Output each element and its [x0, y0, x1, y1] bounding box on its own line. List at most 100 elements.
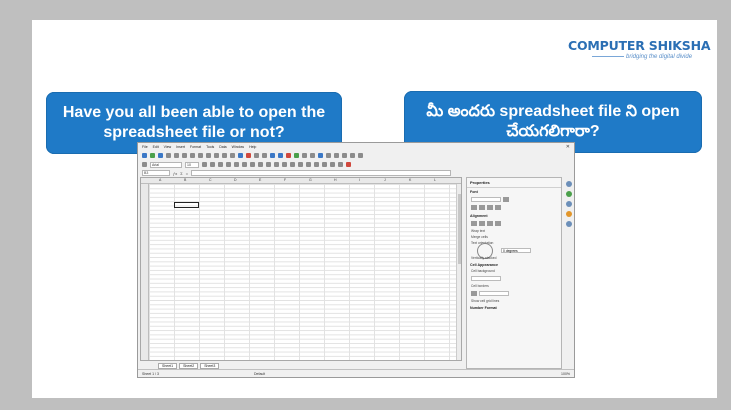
merge-icon[interactable] [266, 162, 271, 167]
number-format-section[interactable]: Number Format [467, 304, 561, 311]
gallery-tab-icon[interactable] [566, 201, 572, 207]
menu-tools[interactable]: Tools [206, 145, 214, 149]
save-icon[interactable] [158, 153, 163, 158]
clone-icon[interactable] [214, 153, 219, 158]
cell-grid[interactable] [149, 184, 461, 360]
export-pdf-icon[interactable] [166, 153, 171, 158]
column-header[interactable]: I [359, 178, 360, 182]
menu-edit[interactable]: Edit [153, 145, 159, 149]
vertical-scrollbar[interactable] [456, 184, 461, 360]
font-size-box[interactable]: 10 [185, 161, 199, 168]
percent-icon[interactable] [282, 162, 287, 167]
add-decimal-icon[interactable] [306, 162, 311, 167]
open-icon[interactable] [150, 153, 155, 158]
undo-icon[interactable] [222, 153, 227, 158]
font-color-icon[interactable] [495, 205, 501, 210]
sum-icon[interactable]: Σ [180, 171, 182, 176]
background-dropdown[interactable] [471, 276, 501, 281]
borders-icon[interactable] [330, 162, 335, 167]
image-icon[interactable] [286, 153, 291, 158]
special-character-icon[interactable] [310, 153, 315, 158]
font-section[interactable]: Font [467, 188, 561, 195]
find-icon[interactable] [238, 153, 243, 158]
print-icon[interactable] [174, 153, 179, 158]
align-left-icon[interactable] [471, 221, 477, 226]
cut-icon[interactable] [190, 153, 195, 158]
number-icon[interactable] [290, 162, 295, 167]
align-center-icon[interactable] [479, 221, 485, 226]
column-header[interactable]: J [384, 178, 386, 182]
split-icon[interactable] [350, 153, 355, 158]
size-field[interactable] [503, 197, 509, 202]
pivot-table-icon[interactable] [302, 153, 307, 158]
menu-view[interactable]: View [164, 145, 172, 149]
show-draw-icon[interactable] [358, 153, 363, 158]
name-box[interactable]: B3 [142, 170, 170, 176]
menu-insert[interactable]: Insert [176, 145, 185, 149]
redo-icon[interactable] [230, 153, 235, 158]
indent-icon[interactable] [322, 162, 327, 167]
currency-icon[interactable] [274, 162, 279, 167]
font-name-field[interactable] [471, 197, 501, 202]
column-header[interactable]: C [209, 178, 212, 182]
column-header[interactable]: E [259, 178, 261, 182]
paste-icon[interactable] [206, 153, 211, 158]
cell-appearance-section[interactable]: Cell Appearance [467, 261, 561, 268]
menu-help[interactable]: Help [249, 145, 256, 149]
line-style-dropdown[interactable] [479, 291, 509, 296]
align-right-icon[interactable] [487, 221, 493, 226]
font-color-icon[interactable] [226, 162, 231, 167]
align-center-icon[interactable] [242, 162, 247, 167]
orientation-field[interactable]: 0 degrees [501, 248, 531, 253]
close-icon[interactable]: ✕ [566, 144, 570, 150]
navigator-tab-icon[interactable] [566, 211, 572, 217]
properties-tab-icon[interactable] [566, 181, 572, 187]
menu-window[interactable]: Window [232, 145, 244, 149]
column-header[interactable]: B [184, 178, 186, 182]
scroll-thumb[interactable] [458, 194, 461, 264]
selected-cell[interactable] [174, 202, 199, 208]
borders-icon[interactable] [471, 291, 477, 296]
column-header[interactable]: F [284, 178, 286, 182]
menu-file[interactable]: File [142, 145, 148, 149]
new-icon[interactable] [142, 153, 147, 158]
styles-icon[interactable] [142, 162, 147, 167]
bold-icon[interactable] [202, 162, 207, 167]
spelling-icon[interactable] [246, 153, 251, 158]
comment-icon[interactable] [326, 153, 331, 158]
align-left-icon[interactable] [234, 162, 239, 167]
row-icon[interactable] [254, 153, 259, 158]
hyperlink-icon[interactable] [318, 153, 323, 158]
justify-icon[interactable] [258, 162, 263, 167]
copy-icon[interactable] [198, 153, 203, 158]
chart-icon[interactable] [294, 153, 299, 158]
column-header[interactable]: K [409, 178, 411, 182]
italic-icon[interactable] [479, 205, 485, 210]
spreadsheet-grid[interactable]: A B C D E F G H I J K L [140, 177, 462, 361]
freeze-icon[interactable] [342, 153, 347, 158]
functions-tab-icon[interactable] [566, 221, 572, 227]
status-zoom[interactable]: 100% [561, 372, 570, 376]
bold-icon[interactable] [471, 205, 477, 210]
sort-icon[interactable] [270, 153, 275, 158]
italic-icon[interactable] [210, 162, 215, 167]
menu-data[interactable]: Data [219, 145, 226, 149]
menu-format[interactable]: Format [190, 145, 201, 149]
column-header[interactable]: L [434, 178, 436, 182]
font-name-box[interactable]: Arial [150, 161, 182, 168]
equals-icon[interactable]: = [186, 171, 188, 176]
border-style-icon[interactable] [338, 162, 343, 167]
column-header[interactable]: D [234, 178, 237, 182]
column-icon[interactable] [262, 153, 267, 158]
date-icon[interactable] [298, 162, 303, 167]
background-color-icon[interactable] [346, 162, 351, 167]
underline-icon[interactable] [218, 162, 223, 167]
align-right-icon[interactable] [250, 162, 255, 167]
autofilter-icon[interactable] [278, 153, 283, 158]
column-header[interactable]: A [159, 178, 161, 182]
justify-icon[interactable] [495, 221, 501, 226]
formula-input[interactable] [191, 170, 452, 176]
column-header[interactable]: G [309, 178, 312, 182]
underline-icon[interactable] [487, 205, 493, 210]
alignment-section[interactable]: Alignment [467, 212, 561, 219]
